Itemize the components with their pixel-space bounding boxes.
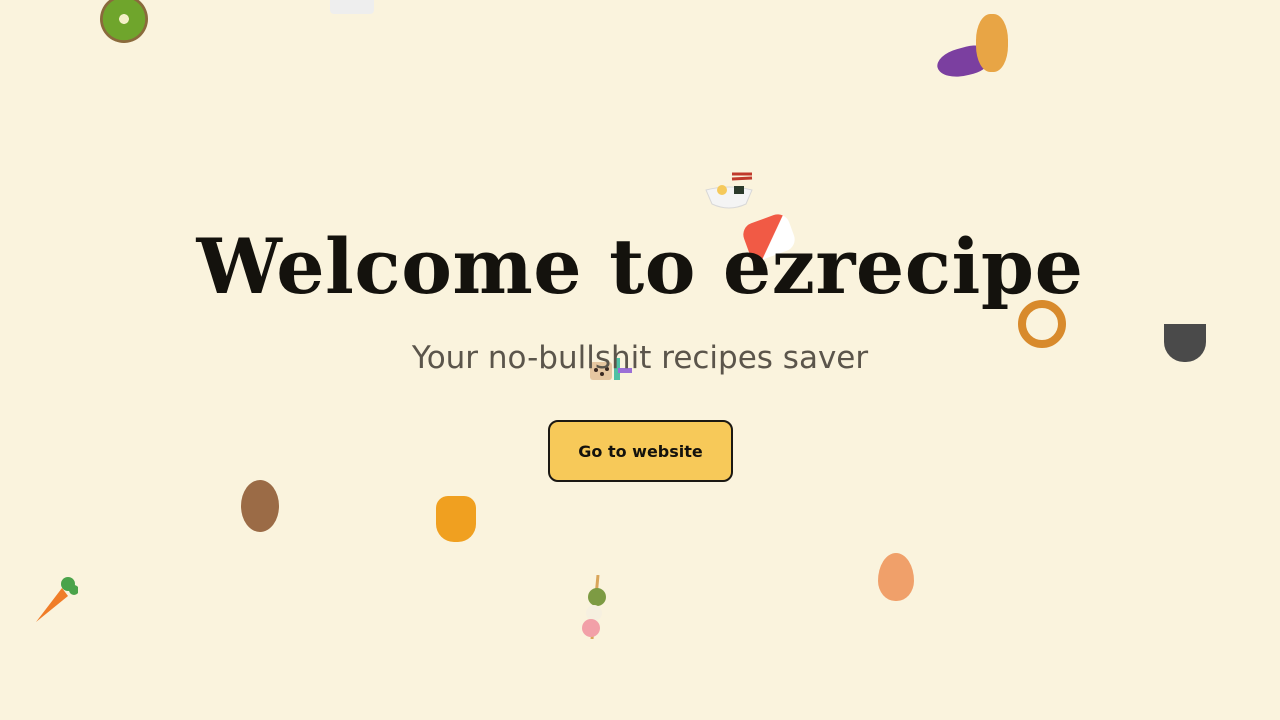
go-to-website-button[interactable]: Go to website	[548, 420, 733, 482]
kiwi-icon	[100, 0, 148, 43]
ramen-bowl-icon	[705, 172, 753, 209]
carrot-icon	[36, 577, 78, 622]
page-subtitle: Your no-bullshit recipes saver	[411, 340, 869, 376]
dango-icon	[582, 575, 606, 639]
tofu-icon	[330, 0, 374, 14]
peanut-icon	[976, 14, 1008, 72]
hero-section: Welcome to ezrecipe Your no-bullshit rec…	[0, 0, 1280, 720]
honey-pot-icon	[436, 496, 476, 542]
egg-icon	[878, 553, 914, 601]
page-title: Welcome to ezrecipe	[196, 222, 1084, 311]
potato-icon	[241, 480, 279, 532]
eggplant-icon	[934, 41, 992, 83]
